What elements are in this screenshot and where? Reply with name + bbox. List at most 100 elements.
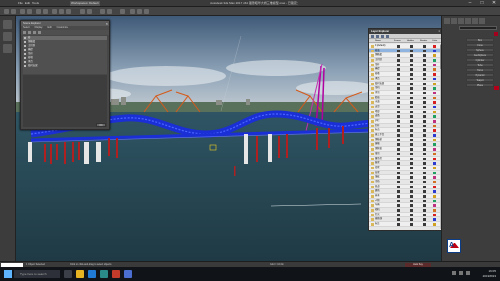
- render-toggle-icon[interactable]: [423, 129, 426, 132]
- layer-color-swatch[interactable]: [433, 190, 436, 193]
- hide-toggle-icon[interactable]: [410, 152, 413, 156]
- freeze-toggle-icon[interactable]: [397, 115, 400, 118]
- hide-toggle-icon[interactable]: [410, 115, 413, 118]
- 3dsmax-icon[interactable]: [100, 270, 108, 278]
- rotate-icon[interactable]: [59, 9, 64, 14]
- display-geometry-icon[interactable]: [28, 31, 31, 34]
- hide-toggle-icon[interactable]: [410, 110, 413, 114]
- hide-toggle-icon[interactable]: [410, 120, 413, 123]
- scale-icon[interactable]: [66, 9, 71, 14]
- hide-toggle-icon[interactable]: [410, 143, 413, 146]
- windows-start-icon[interactable]: [4, 270, 12, 278]
- filter-icon[interactable]: [23, 31, 26, 34]
- hide-toggle-icon[interactable]: [410, 176, 413, 179]
- freeze-toggle-icon[interactable]: [397, 77, 400, 81]
- clock[interactable]: 16:05 2019/8/23: [483, 269, 496, 278]
- render-toggle-icon[interactable]: [423, 59, 426, 62]
- create-torus-button[interactable]: Torus: [466, 68, 494, 72]
- render-toggle-icon[interactable]: [423, 171, 426, 175]
- render-toggle-icon[interactable]: [423, 101, 426, 104]
- utilities-tab-icon[interactable]: [479, 18, 485, 24]
- align-icon[interactable]: [107, 9, 112, 14]
- hide-toggle-icon[interactable]: [410, 138, 413, 142]
- render-toggle-icon[interactable]: [423, 96, 426, 100]
- layer-color-swatch[interactable]: [433, 129, 436, 132]
- freeze-toggle-icon[interactable]: [397, 129, 400, 132]
- hide-toggle-icon[interactable]: [410, 96, 413, 100]
- render-toggle-icon[interactable]: [423, 152, 426, 156]
- render-toggle-icon[interactable]: [423, 190, 426, 193]
- layer-color-swatch[interactable]: [433, 96, 436, 100]
- layer-color-swatch[interactable]: [433, 87, 436, 90]
- freeze-toggle-icon[interactable]: [397, 190, 400, 193]
- close-icon[interactable]: ×: [106, 21, 108, 26]
- layer-color-swatch[interactable]: [433, 54, 436, 57]
- create-cylinder-button[interactable]: Cylinder: [466, 58, 494, 62]
- render-toggle-icon[interactable]: [423, 49, 426, 53]
- hide-toggle-icon[interactable]: [410, 45, 413, 48]
- edge-icon[interactable]: [88, 270, 96, 278]
- hide-toggle-icon[interactable]: [410, 87, 413, 90]
- render-toggle-icon[interactable]: [423, 176, 426, 179]
- layer-color-swatch[interactable]: [433, 195, 436, 198]
- freeze-toggle-icon[interactable]: [397, 91, 400, 95]
- layer-color-swatch[interactable]: [433, 204, 436, 207]
- layer-color-swatch[interactable]: [433, 148, 436, 151]
- create-teapot-button[interactable]: Teapot: [466, 78, 494, 82]
- layer-row[interactable]: 标注: [369, 222, 442, 227]
- maximize-icon[interactable]: □: [476, 0, 488, 7]
- render-toggle-icon[interactable]: [423, 120, 426, 123]
- hide-toggle-icon[interactable]: [410, 134, 413, 137]
- render-toggle-icon[interactable]: [423, 134, 426, 137]
- render-setup-icon[interactable]: [137, 9, 142, 14]
- highlight-icon[interactable]: [386, 35, 389, 38]
- hide-toggle-icon[interactable]: [410, 157, 413, 160]
- layer-color-swatch[interactable]: [433, 45, 436, 48]
- render-toggle-icon[interactable]: [423, 115, 426, 118]
- unlink-icon[interactable]: [27, 9, 32, 14]
- freeze-toggle-icon[interactable]: [397, 166, 400, 170]
- freeze-toggle-icon[interactable]: [397, 148, 400, 151]
- render-toggle-icon[interactable]: [423, 209, 426, 212]
- undo-icon[interactable]: [4, 9, 9, 14]
- hide-toggle-icon[interactable]: [410, 223, 413, 226]
- freeze-toggle-icon[interactable]: [397, 218, 400, 221]
- workspace-selector[interactable]: Workspaces: Default: [70, 1, 100, 6]
- layer-color-swatch[interactable]: [433, 143, 436, 146]
- network-icon[interactable]: [452, 271, 456, 275]
- layer-color-swatch[interactable]: [433, 115, 436, 118]
- freeze-toggle-icon[interactable]: [397, 49, 400, 53]
- create-box-button[interactable]: Box: [466, 38, 494, 42]
- freeze-toggle-icon[interactable]: [397, 157, 400, 160]
- render-toggle-icon[interactable]: [423, 204, 426, 207]
- render-toggle-icon[interactable]: [423, 143, 426, 146]
- col-name[interactable]: Name: [375, 39, 381, 43]
- hide-toggle-icon[interactable]: [410, 180, 413, 184]
- layer-color-swatch[interactable]: [433, 73, 436, 76]
- volume-icon[interactable]: [459, 271, 463, 275]
- freeze-toggle-icon[interactable]: [397, 96, 400, 100]
- freeze-toggle-icon[interactable]: [397, 120, 400, 123]
- color-swatch[interactable]: [494, 86, 499, 90]
- hide-toggle-icon[interactable]: [410, 54, 413, 57]
- freeze-toggle-icon[interactable]: [397, 54, 400, 57]
- render-toggle-icon[interactable]: [423, 68, 426, 71]
- layer-manager-icon[interactable]: [120, 9, 125, 14]
- hide-toggle-icon[interactable]: [410, 82, 413, 85]
- layer-color-swatch[interactable]: [433, 105, 436, 109]
- render-toggle-icon[interactable]: [423, 157, 426, 160]
- material-editor-icon[interactable]: [130, 9, 135, 14]
- redo-icon[interactable]: [11, 9, 16, 14]
- render-toggle-icon[interactable]: [423, 180, 426, 184]
- render-toggle-icon[interactable]: [423, 91, 426, 95]
- freeze-toggle-icon[interactable]: [397, 213, 400, 217]
- render-toggle-icon[interactable]: [423, 162, 426, 165]
- scene-explorer-icon[interactable]: [3, 32, 12, 41]
- freeze-toggle-icon[interactable]: [397, 209, 400, 212]
- hide-toggle-icon[interactable]: [410, 199, 413, 203]
- layer-color-swatch[interactable]: [433, 120, 436, 123]
- freeze-toggle-icon[interactable]: [397, 134, 400, 137]
- render-toggle-icon[interactable]: [423, 199, 426, 203]
- freeze-toggle-icon[interactable]: [397, 180, 400, 184]
- motion-tab-icon[interactable]: [465, 18, 471, 24]
